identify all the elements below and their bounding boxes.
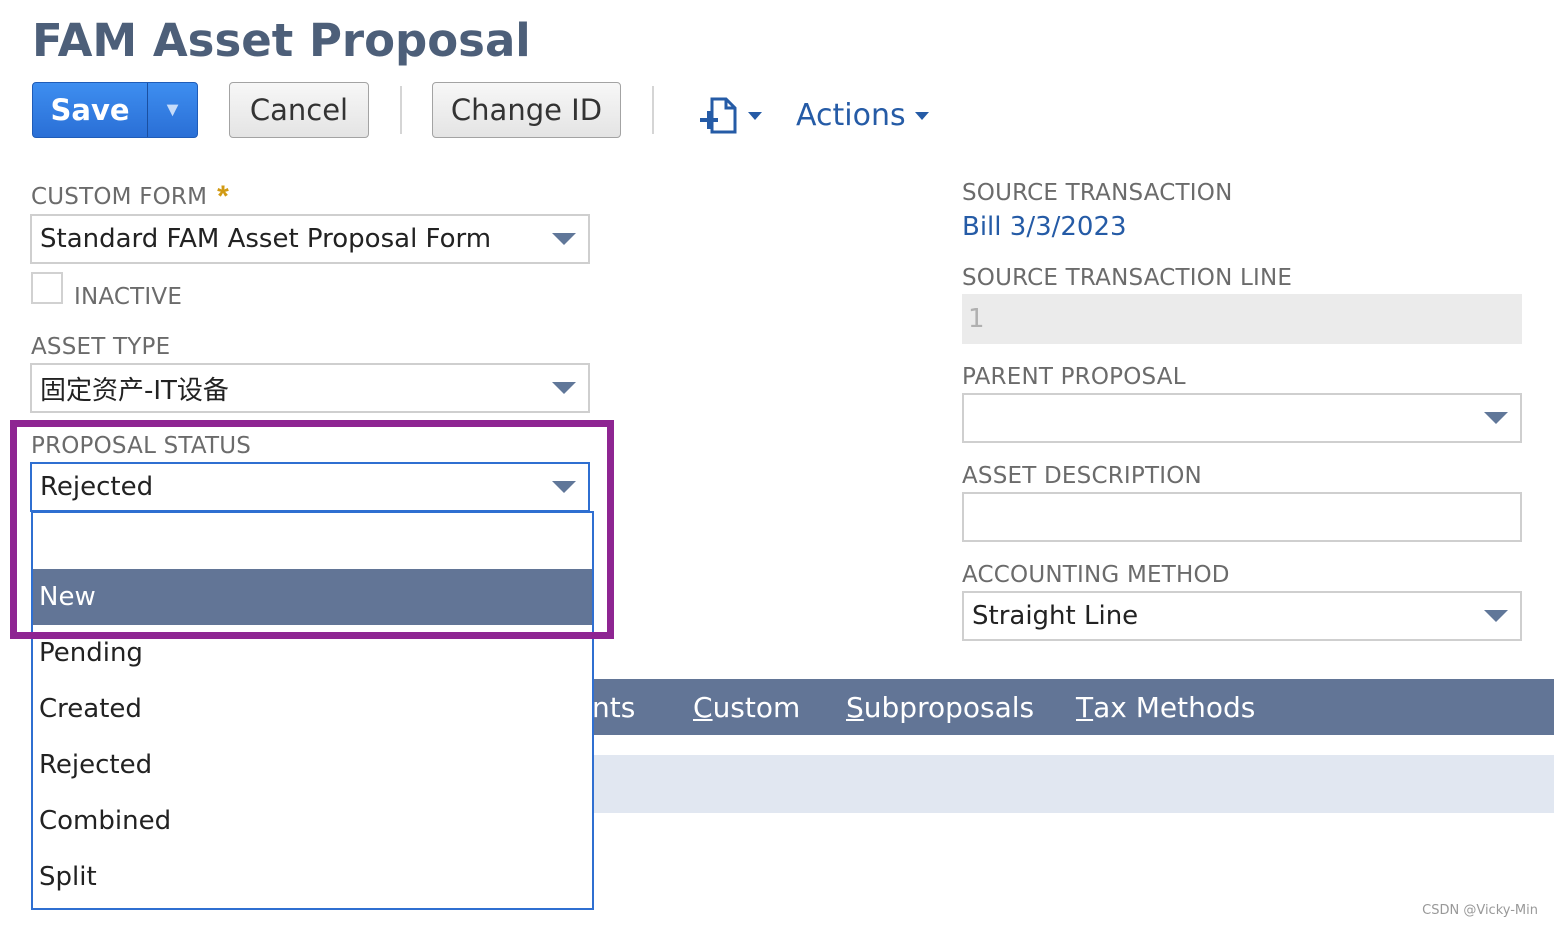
new-document-icon [700,97,737,134]
subtab-content-header [594,755,1554,813]
chevron-down-icon [914,111,929,120]
inactive-checkbox[interactable] [31,272,63,304]
status-option-created[interactable]: Created [33,681,592,737]
proposal-status-options-list[interactable]: New Pending Created Rejected Combined Sp… [31,511,594,910]
tab-subproposals[interactable]: Subproposals [846,679,1034,735]
status-option-pending[interactable]: Pending [33,625,592,681]
new-record-menu[interactable] [698,96,764,136]
proposal-status-label: PROPOSAL STATUS [31,433,252,459]
dropdown-arrow-icon[interactable] [552,481,576,493]
source-transaction-line-label: SOURCE TRANSACTION LINE [962,265,1293,291]
actions-menu[interactable]: Actions [796,98,930,133]
asset-type-value: 固定资产-IT设备 [40,375,229,406]
toolbar-divider [400,86,402,134]
asset-type-select[interactable]: 固定资产-IT设备 [30,363,590,413]
chevron-down-icon [748,112,762,120]
inactive-label: INACTIVE [74,284,183,310]
page-title: FAM Asset Proposal [32,14,531,67]
status-option-rejected[interactable]: Rejected [33,737,592,793]
parent-proposal-label: PARENT PROPOSAL [962,364,1186,390]
dropdown-arrow-icon[interactable] [1484,610,1508,622]
asset-description-input[interactable] [962,492,1522,542]
dropdown-arrow-icon[interactable] [1484,412,1508,424]
custom-form-label: CUSTOM FORM [31,184,208,210]
status-option-split[interactable]: Split [33,849,592,905]
tab-accounts[interactable]: nts [592,679,635,735]
accounting-method-label: ACCOUNTING METHOD [962,562,1230,588]
accounting-method-select[interactable]: Straight Line [962,591,1522,641]
subtabs-bar: nts Custom Subproposals Tax Methods [592,679,1554,735]
save-button-group[interactable]: Save ▼ [32,82,198,138]
custom-form-select[interactable]: Standard FAM Asset Proposal Form [30,214,590,264]
asset-description-label: ASSET DESCRIPTION [962,463,1202,489]
source-transaction-line-field: 1 [962,294,1522,344]
asset-type-label: ASSET TYPE [31,334,171,360]
tab-tax-methods[interactable]: Tax Methods [1076,679,1255,735]
dropdown-arrow-icon[interactable] [552,382,576,394]
save-button[interactable]: Save [33,83,147,137]
cancel-button[interactable]: Cancel [229,82,369,138]
parent-proposal-select[interactable] [962,393,1522,443]
custom-form-value: Standard FAM Asset Proposal Form [40,224,492,254]
tab-custom[interactable]: Custom [693,679,800,735]
actions-label[interactable]: Actions [796,98,906,133]
proposal-status-value: Rejected [40,472,154,502]
required-marker: * [217,180,229,213]
change-id-button[interactable]: Change ID [432,82,621,138]
watermark: CSDN @Vicky-Min [1422,903,1538,918]
custom-form-label-row: CUSTOM FORM * [31,180,229,214]
status-option-empty[interactable] [33,513,592,569]
status-option-combined[interactable]: Combined [33,793,592,849]
proposal-status-select[interactable]: Rejected [30,462,590,512]
save-options-chevron-down-icon[interactable]: ▼ [148,83,197,137]
status-option-new[interactable]: New [33,569,592,625]
dropdown-arrow-icon[interactable] [552,233,576,245]
accounting-method-value: Straight Line [972,601,1139,631]
source-transaction-link[interactable]: Bill 3/3/2023 [962,212,1127,242]
toolbar-divider [652,86,654,134]
source-transaction-label: SOURCE TRANSACTION [962,180,1233,206]
